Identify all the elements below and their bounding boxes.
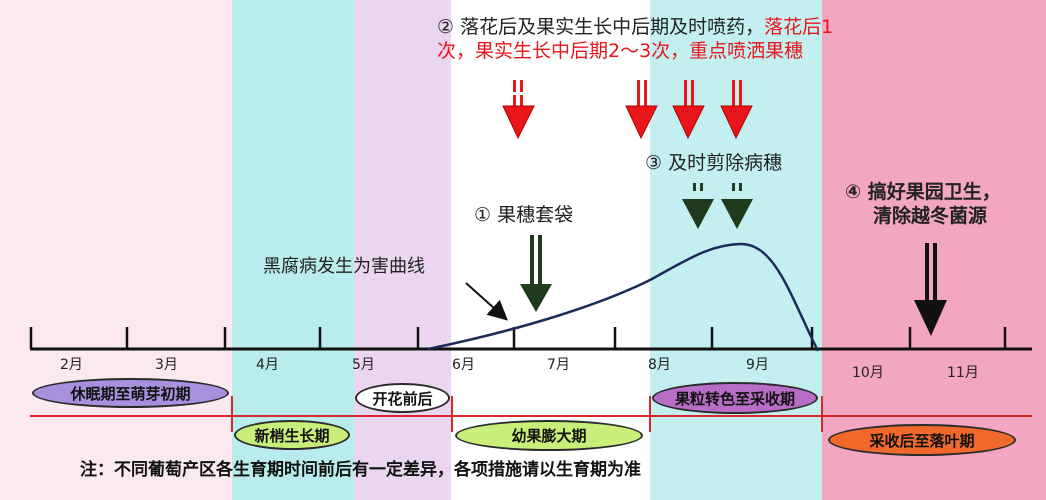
stage-pill-veraison: 果粒转色至采收期 (652, 382, 818, 414)
month-label: 9月 (746, 357, 769, 373)
spray-arrow-2 (625, 80, 658, 140)
spray-arrow-3 (672, 80, 705, 140)
stage-pill-dormant: 休眠期至萌芽初期 (32, 378, 229, 408)
measure-sanitation-line2: 清除越冬菌源 (873, 204, 988, 227)
stage-pill-shoot: 新梢生长期 (234, 420, 350, 450)
measure-spray-line1b: 落花后1 (764, 16, 834, 38)
measure-spray-line2: 次，果实生长中后期2～3次，重点喷洒果穗 (437, 39, 804, 62)
diagram-stage: 2月 3月 4月 5月 6月 7月 8月 9月 10月 11月 休眠期至萌芽初期… (0, 0, 1046, 500)
stage-pill-postharvest: 采收后至落叶期 (828, 424, 1016, 456)
measure-spray-text: ② 落花后及果实生长中后期及时喷药，落花后1 次，果实生长中后期2～3次，重点喷… (437, 16, 833, 64)
stage-pill-preflower: 开花前后 (355, 383, 450, 413)
curve-pointer-arrow (465, 282, 508, 321)
curve-label: 黑腐病发生为害曲线 (263, 256, 425, 277)
spray-arrow-1 (502, 80, 535, 140)
month-label: 6月 (452, 357, 475, 373)
month-label: 2月 (60, 357, 83, 373)
month-label: 11月 (947, 365, 979, 381)
month-label: 10月 (852, 365, 884, 381)
month-label: 4月 (256, 357, 279, 373)
prune-arrow-2 (721, 183, 753, 229)
bagging-arrow (520, 235, 552, 312)
prune-arrow-1 (682, 183, 714, 229)
measure-sanitation-line1: ④ 搞好果园卫生， (845, 181, 1001, 203)
measure-prune-text: ③ 及时剪除病穗 (645, 152, 783, 174)
spray-arrow-4 (720, 80, 753, 140)
measure-spray-line1a: ② 落花后及果实生长中后期及时喷药， (437, 16, 765, 38)
month-label: 8月 (648, 357, 671, 373)
month-label: 5月 (352, 357, 375, 373)
disease-curve (427, 242, 820, 352)
measure-bagging-text: ① 果穗套袋 (474, 204, 574, 226)
footnote: 注：不同葡萄产区各生育期时间前后有一定差异，各项措施请以生育期为准 (80, 460, 641, 480)
sanitation-arrow (914, 243, 947, 336)
timeline-ticks (29, 327, 1007, 349)
stage-pill-fruit-swell: 幼果膨大期 (455, 420, 643, 451)
month-label: 3月 (155, 357, 178, 373)
measure-sanitation-text: ④ 搞好果园卫生， 清除越冬菌源 (845, 181, 1001, 229)
month-label: 7月 (547, 357, 570, 373)
